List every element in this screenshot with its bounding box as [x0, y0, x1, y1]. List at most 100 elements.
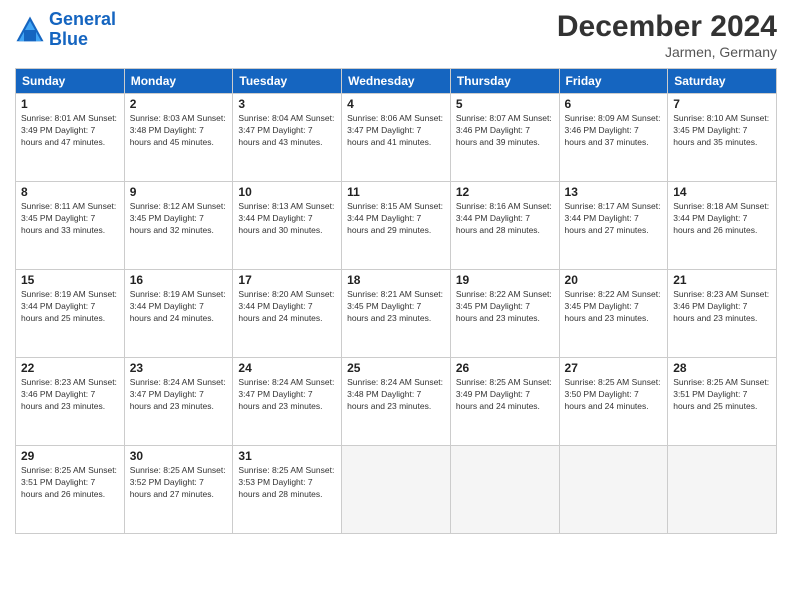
calendar-cell: 1Sunrise: 8:01 AM Sunset: 3:49 PM Daylig… — [16, 94, 125, 182]
logo-blue: Blue — [49, 30, 116, 50]
day-number: 3 — [238, 97, 336, 111]
week-row-5: 29 Sunrise: 8:25 AM Sunset: 3:51 PM Dayli… — [16, 446, 777, 534]
day-info: Sunrise: 8:20 AM Sunset: 3:44 PM Dayligh… — [238, 289, 336, 325]
day-number: 12 — [456, 185, 554, 199]
calendar-table: SundayMondayTuesdayWednesdayThursdayFrid… — [15, 68, 777, 534]
day-info: Sunrise: 8:19 AM Sunset: 3:44 PM Dayligh… — [21, 289, 119, 325]
day-number: 2 — [130, 97, 228, 111]
calendar-cell: 30 Sunrise: 8:25 AM Sunset: 3:52 PM Dayli… — [124, 446, 233, 534]
day-header-saturday: Saturday — [668, 69, 777, 94]
calendar-cell: 22 Sunrise: 8:23 AM Sunset: 3:46 PM Dayli… — [16, 358, 125, 446]
day-number: 20 — [565, 273, 663, 287]
calendar-cell — [559, 446, 668, 534]
page: General Blue December 2024 Jarmen, Germa… — [0, 0, 792, 612]
day-info: Sunrise: 8:22 AM Sunset: 3:45 PM Dayligh… — [565, 289, 663, 325]
day-number: 4 — [347, 97, 445, 111]
day-number: 26 — [456, 361, 554, 375]
calendar-cell: 26 Sunrise: 8:25 AM Sunset: 3:49 PM Dayli… — [450, 358, 559, 446]
calendar-cell: 8Sunrise: 8:11 AM Sunset: 3:45 PM Daylig… — [16, 182, 125, 270]
day-info: Sunrise: 8:15 AM Sunset: 3:44 PM Dayligh… — [347, 201, 445, 237]
day-info: Sunrise: 8:23 AM Sunset: 3:46 PM Dayligh… — [21, 377, 119, 413]
calendar-cell: 19 Sunrise: 8:22 AM Sunset: 3:45 PM Dayli… — [450, 270, 559, 358]
day-number: 25 — [347, 361, 445, 375]
day-header-wednesday: Wednesday — [342, 69, 451, 94]
day-info: Sunrise: 8:24 AM Sunset: 3:47 PM Dayligh… — [130, 377, 228, 413]
calendar-cell: 31Sunrise: 8:25 AM Sunset: 3:53 PM Dayli… — [233, 446, 342, 534]
calendar-cell — [342, 446, 451, 534]
day-header-friday: Friday — [559, 69, 668, 94]
day-number: 19 — [456, 273, 554, 287]
day-number: 30 — [130, 449, 228, 463]
day-header-tuesday: Tuesday — [233, 69, 342, 94]
week-row-1: 1Sunrise: 8:01 AM Sunset: 3:49 PM Daylig… — [16, 94, 777, 182]
day-number: 28 — [673, 361, 771, 375]
day-number: 16 — [130, 273, 228, 287]
calendar-cell: 13 Sunrise: 8:17 AM Sunset: 3:44 PM Dayli… — [559, 182, 668, 270]
day-header-sunday: Sunday — [16, 69, 125, 94]
calendar-cell: 23Sunrise: 8:24 AM Sunset: 3:47 PM Dayli… — [124, 358, 233, 446]
day-number: 9 — [130, 185, 228, 199]
logo-icon — [15, 15, 45, 45]
calendar-cell: 4 Sunrise: 8:06 AM Sunset: 3:47 PM Daylig… — [342, 94, 451, 182]
day-info: Sunrise: 8:19 AM Sunset: 3:44 PM Dayligh… — [130, 289, 228, 325]
calendar-cell: 21Sunrise: 8:23 AM Sunset: 3:46 PM Dayli… — [668, 270, 777, 358]
calendar-cell: 16 Sunrise: 8:19 AM Sunset: 3:44 PM Dayli… — [124, 270, 233, 358]
day-number: 24 — [238, 361, 336, 375]
day-info: Sunrise: 8:24 AM Sunset: 3:47 PM Dayligh… — [238, 377, 336, 413]
logo-general: General — [49, 9, 116, 29]
month-title: December 2024 — [557, 10, 777, 44]
day-info: Sunrise: 8:12 AM Sunset: 3:45 PM Dayligh… — [130, 201, 228, 237]
day-info: Sunrise: 8:25 AM Sunset: 3:49 PM Dayligh… — [456, 377, 554, 413]
day-number: 29 — [21, 449, 119, 463]
day-info: Sunrise: 8:13 AM Sunset: 3:44 PM Dayligh… — [238, 201, 336, 237]
calendar-cell: 14Sunrise: 8:18 AM Sunset: 3:44 PM Dayli… — [668, 182, 777, 270]
calendar-cell: 9 Sunrise: 8:12 AM Sunset: 3:45 PM Daylig… — [124, 182, 233, 270]
day-number: 11 — [347, 185, 445, 199]
logo-text: General Blue — [49, 10, 116, 50]
calendar-cell: 17Sunrise: 8:20 AM Sunset: 3:44 PM Dayli… — [233, 270, 342, 358]
calendar-cell: 28Sunrise: 8:25 AM Sunset: 3:51 PM Dayli… — [668, 358, 777, 446]
day-number: 10 — [238, 185, 336, 199]
week-row-2: 8Sunrise: 8:11 AM Sunset: 3:45 PM Daylig… — [16, 182, 777, 270]
day-info: Sunrise: 8:25 AM Sunset: 3:53 PM Dayligh… — [238, 465, 336, 501]
day-number: 7 — [673, 97, 771, 111]
day-info: Sunrise: 8:18 AM Sunset: 3:44 PM Dayligh… — [673, 201, 771, 237]
day-info: Sunrise: 8:04 AM Sunset: 3:47 PM Dayligh… — [238, 113, 336, 149]
day-header-thursday: Thursday — [450, 69, 559, 94]
calendar-cell: 10 Sunrise: 8:13 AM Sunset: 3:44 PM Dayli… — [233, 182, 342, 270]
day-info: Sunrise: 8:07 AM Sunset: 3:46 PM Dayligh… — [456, 113, 554, 149]
day-info: Sunrise: 8:25 AM Sunset: 3:50 PM Dayligh… — [565, 377, 663, 413]
calendar-cell: 27Sunrise: 8:25 AM Sunset: 3:50 PM Dayli… — [559, 358, 668, 446]
day-header-monday: Monday — [124, 69, 233, 94]
day-info: Sunrise: 8:06 AM Sunset: 3:47 PM Dayligh… — [347, 113, 445, 149]
calendar-cell: 24 Sunrise: 8:24 AM Sunset: 3:47 PM Dayli… — [233, 358, 342, 446]
calendar-cell: 5Sunrise: 8:07 AM Sunset: 3:46 PM Daylig… — [450, 94, 559, 182]
day-info: Sunrise: 8:16 AM Sunset: 3:44 PM Dayligh… — [456, 201, 554, 237]
week-row-3: 15Sunrise: 8:19 AM Sunset: 3:44 PM Dayli… — [16, 270, 777, 358]
day-info: Sunrise: 8:22 AM Sunset: 3:45 PM Dayligh… — [456, 289, 554, 325]
calendar-cell — [450, 446, 559, 534]
day-info: Sunrise: 8:11 AM Sunset: 3:45 PM Dayligh… — [21, 201, 119, 237]
day-info: Sunrise: 8:09 AM Sunset: 3:46 PM Dayligh… — [565, 113, 663, 149]
calendar-cell: 29 Sunrise: 8:25 AM Sunset: 3:51 PM Dayli… — [16, 446, 125, 534]
day-number: 18 — [347, 273, 445, 287]
day-info: Sunrise: 8:25 AM Sunset: 3:51 PM Dayligh… — [21, 465, 119, 501]
day-info: Sunrise: 8:10 AM Sunset: 3:45 PM Dayligh… — [673, 113, 771, 149]
calendar-cell: 3 Sunrise: 8:04 AM Sunset: 3:47 PM Daylig… — [233, 94, 342, 182]
day-info: Sunrise: 8:17 AM Sunset: 3:44 PM Dayligh… — [565, 201, 663, 237]
day-number: 22 — [21, 361, 119, 375]
calendar-header-row: SundayMondayTuesdayWednesdayThursdayFrid… — [16, 69, 777, 94]
calendar-cell: 15Sunrise: 8:19 AM Sunset: 3:44 PM Dayli… — [16, 270, 125, 358]
day-info: Sunrise: 8:25 AM Sunset: 3:52 PM Dayligh… — [130, 465, 228, 501]
day-info: Sunrise: 8:21 AM Sunset: 3:45 PM Dayligh… — [347, 289, 445, 325]
header: General Blue December 2024 Jarmen, Germa… — [15, 10, 777, 60]
day-number: 13 — [565, 185, 663, 199]
calendar-cell: 25Sunrise: 8:24 AM Sunset: 3:48 PM Dayli… — [342, 358, 451, 446]
calendar-cell: 18 Sunrise: 8:21 AM Sunset: 3:45 PM Dayli… — [342, 270, 451, 358]
calendar-cell: 7 Sunrise: 8:10 AM Sunset: 3:45 PM Daylig… — [668, 94, 777, 182]
day-number: 21 — [673, 273, 771, 287]
calendar-cell: 11 Sunrise: 8:15 AM Sunset: 3:44 PM Dayli… — [342, 182, 451, 270]
day-number: 1 — [21, 97, 119, 111]
day-number: 6 — [565, 97, 663, 111]
logo: General Blue — [15, 10, 116, 50]
